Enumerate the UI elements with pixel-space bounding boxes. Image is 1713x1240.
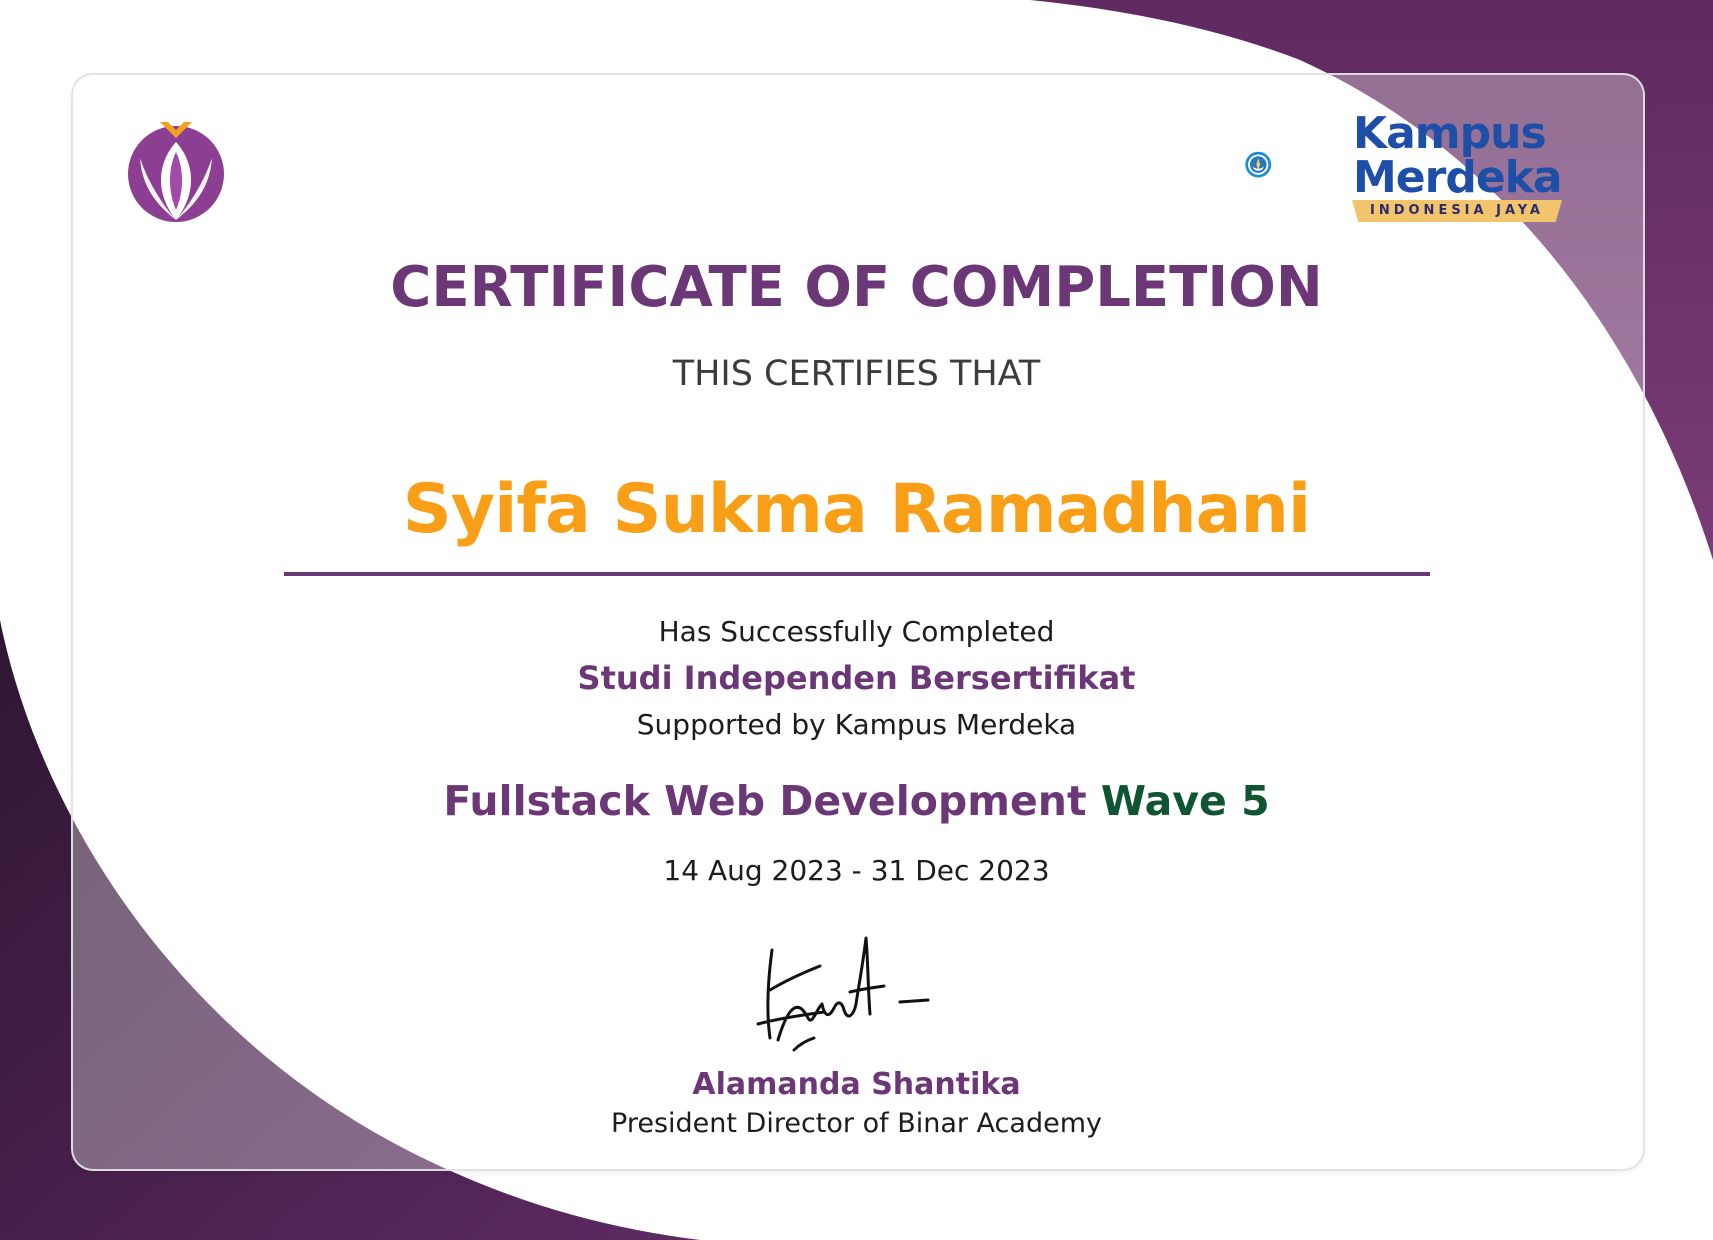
supported-by-text: Supported by Kampus Merdeka	[636, 708, 1077, 741]
signature	[756, 936, 930, 1052]
course-title: Fullstack Web Development Wave 5	[0, 777, 1713, 825]
wave-label: Wave 5	[1100, 777, 1270, 825]
certificate-title: CERTIFICATE OF COMPLETION	[390, 255, 1323, 320]
course-name: Fullstack Web Development	[443, 777, 1087, 825]
kampus-merdeka-wordmark: Kampus Merdeka	[1353, 112, 1563, 203]
program-name: Studi Independen Bersertifikat	[577, 659, 1136, 697]
signer-title: President Director of Binar Academy	[611, 1108, 1102, 1139]
completion-text: Has Successfully Completed	[658, 615, 1055, 648]
certifies-text: THIS CERTIFIES THAT	[672, 354, 1041, 394]
merdeka-text: Merdeka	[1353, 152, 1563, 203]
indonesia-jaya-ribbon: INDONESIA JAYA	[1352, 200, 1562, 222]
name-underline	[284, 572, 1430, 576]
recipient-name: Syifa Sukma Ramadhani	[402, 470, 1311, 549]
binar-academy-logo	[128, 122, 224, 222]
signer-name: Alamanda Shantika	[692, 1067, 1021, 1102]
date-range: 14 Aug 2023 - 31 Dec 2023	[663, 854, 1050, 887]
tut-wuri-handayani-emblem-icon	[1245, 151, 1272, 178]
